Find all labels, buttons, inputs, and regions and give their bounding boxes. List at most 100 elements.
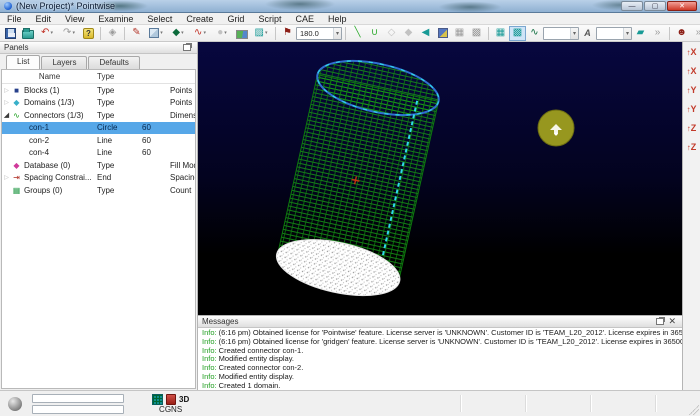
view-minus-y-button[interactable]: ↑Y xyxy=(684,100,700,119)
examine-mask-button[interactable]: ☻ xyxy=(673,26,690,41)
toolbar-overflow-2-button[interactable]: » xyxy=(690,26,700,41)
tree-row-blocks[interactable]: ▷■Blocks (1) Type Points Cells xyxy=(2,84,195,97)
tab-layers[interactable]: Layers xyxy=(41,56,87,69)
mask-icon: ☻ xyxy=(676,28,687,38)
tree-row-domains[interactable]: ▷◆Domains (1/3) Type Points Cells xyxy=(2,97,195,110)
tree-row-database[interactable]: ◆Database (0) Type Fill Mode Line ... xyxy=(2,159,195,172)
title-bar: (New Project)* Pointwise — ▢ ✕ xyxy=(0,0,700,13)
undo-button[interactable]: ↶ xyxy=(36,26,58,41)
chevrons-icon: » xyxy=(696,28,700,38)
maximize-button[interactable]: ▢ xyxy=(644,1,666,11)
rotation-angle-combobox[interactable]: 180.0 xyxy=(296,27,342,40)
menu-select[interactable]: Select xyxy=(140,13,179,25)
undock-panel-icon[interactable] xyxy=(183,44,191,51)
save-button[interactable] xyxy=(2,26,19,41)
unstructured-grid-button[interactable]: ▩ xyxy=(509,26,526,41)
menu-create[interactable]: Create xyxy=(179,13,220,25)
status-input-top[interactable] xyxy=(32,394,124,403)
spray-display-button[interactable]: ▨ xyxy=(250,26,272,41)
expand-arrow-icon[interactable]: ▷ xyxy=(2,99,11,106)
messages-log[interactable]: Info: (6:16 pm) Obtained license for 'Po… xyxy=(198,328,682,390)
resize-grip[interactable] xyxy=(689,405,699,415)
help-button[interactable]: ? xyxy=(80,26,97,41)
window-title: (New Project)* Pointwise xyxy=(16,1,115,11)
row-label: Groups (0) xyxy=(24,186,62,195)
domain-tool-button[interactable]: ◆ xyxy=(167,26,189,41)
row-col3: Points xyxy=(170,86,192,95)
tree-row-groups[interactable]: ▦Groups (0) Type Count xyxy=(2,184,195,197)
undo-icon: ↶ xyxy=(41,28,49,38)
mesh-tool-1-button[interactable]: ▦ xyxy=(451,26,468,41)
cone-icon: ◀ xyxy=(422,28,430,38)
dimension-tool-button[interactable]: ∿ xyxy=(526,26,543,41)
spacing-icon: ⇥ xyxy=(11,173,22,182)
solver-icon[interactable] xyxy=(166,394,176,405)
menu-grid[interactable]: Grid xyxy=(220,13,251,25)
menu-edit[interactable]: Edit xyxy=(29,13,59,25)
row-label: Connectors (1/3) xyxy=(24,111,84,120)
trackball-icon[interactable] xyxy=(8,397,22,411)
close-button[interactable]: ✕ xyxy=(667,1,697,11)
assemble-special-button[interactable]: ◆ xyxy=(400,26,417,41)
assemble-domain-button[interactable]: ◇ xyxy=(383,26,400,41)
block-tool-button[interactable] xyxy=(145,26,167,41)
collapse-arrow-icon[interactable]: ◢ xyxy=(2,111,11,119)
tree-row-con-1[interactable]: con-1 Circle 60 xyxy=(2,122,195,135)
tree-row-connectors[interactable]: ◢∿Connectors (1/3) Type Dimension xyxy=(2,109,195,122)
two-point-line-button[interactable]: ╲ xyxy=(349,26,366,41)
row-type: End xyxy=(97,173,142,182)
dimension-combobox[interactable] xyxy=(543,27,579,40)
layer-sheet-button[interactable]: ▰ xyxy=(632,26,649,41)
menu-cae[interactable]: CAE xyxy=(288,13,321,25)
assemble-block-button[interactable] xyxy=(434,26,451,41)
view-plus-z-button[interactable]: ↑Z xyxy=(684,119,700,138)
spacing-combobox[interactable] xyxy=(596,27,632,40)
curve-segment-button[interactable]: ∪ xyxy=(366,26,383,41)
annotate-button[interactable]: A xyxy=(579,26,596,41)
dimension-toggle[interactable]: 3D xyxy=(179,395,189,404)
status-input-bottom[interactable] xyxy=(32,405,124,414)
toolbar-separator xyxy=(669,27,670,40)
view-plus-y-button[interactable]: ↑Y xyxy=(684,81,700,100)
view-minus-z-button[interactable]: ↑Z xyxy=(684,138,700,157)
status-separator xyxy=(525,395,526,412)
menu-file[interactable]: File xyxy=(0,13,29,25)
column-header-name[interactable]: Name xyxy=(2,72,97,81)
tab-list[interactable]: List xyxy=(6,55,40,69)
tree-row-spacing-constraints[interactable]: ▷⇥Spacing Constrai... End Spacing Type xyxy=(2,172,195,185)
display-attributes-button[interactable]: ✎ xyxy=(128,26,145,41)
extrude-button[interactable]: ◀ xyxy=(417,26,434,41)
row-dimension: 60 xyxy=(142,148,170,157)
menu-view[interactable]: View xyxy=(58,13,91,25)
column-header-type[interactable]: Type xyxy=(97,72,142,81)
database-tool-button[interactable]: ● xyxy=(211,26,233,41)
undock-messages-icon[interactable] xyxy=(656,318,664,325)
row-type: Type xyxy=(97,186,142,195)
tree-row-con-2[interactable]: con-2 Line 60 xyxy=(2,134,195,147)
close-messages-button[interactable]: ✕ xyxy=(666,317,678,326)
menu-help[interactable]: Help xyxy=(321,13,354,25)
structured-grid-button[interactable]: ▦ xyxy=(492,26,509,41)
menu-script[interactable]: Script xyxy=(251,13,288,25)
deselect-button[interactable]: ◈ xyxy=(104,26,121,41)
tab-defaults[interactable]: Defaults xyxy=(88,56,139,69)
mesh-tool-2-button[interactable]: ▩ xyxy=(468,26,485,41)
open-button[interactable] xyxy=(19,26,36,41)
display-viewport[interactable] xyxy=(198,42,682,315)
minimize-button[interactable]: — xyxy=(621,1,643,11)
connector-curve-button[interactable]: ∿ xyxy=(189,26,211,41)
image-export-button[interactable] xyxy=(233,26,250,41)
view-minus-x-button[interactable]: ↑X xyxy=(684,62,700,81)
menu-examine[interactable]: Examine xyxy=(91,13,140,25)
view-plus-x-button[interactable]: ↑X xyxy=(684,43,700,62)
axis-letter: X xyxy=(690,67,696,76)
redo-button[interactable]: ↷ xyxy=(58,26,80,41)
tree-row-con-4[interactable]: con-4 Line 60 xyxy=(2,147,195,160)
view-manager-button[interactable]: ⚑ xyxy=(279,26,296,41)
expand-arrow-icon[interactable]: ▷ xyxy=(2,174,11,181)
row-label: con-1 xyxy=(29,123,49,132)
toolbar-overflow-1-button[interactable]: » xyxy=(649,26,666,41)
grid-type-icon[interactable] xyxy=(152,394,163,405)
cae-solver-label: CGNS xyxy=(159,405,182,414)
expand-arrow-icon[interactable]: ▷ xyxy=(2,87,11,94)
